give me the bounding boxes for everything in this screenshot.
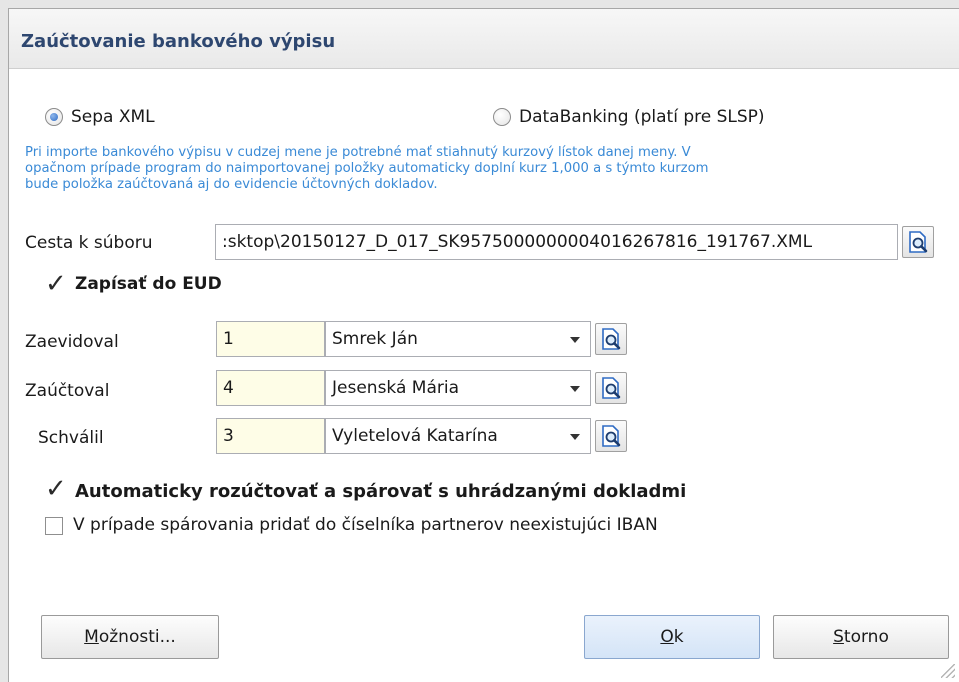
- checkmark-icon: ✓: [45, 474, 67, 504]
- posted-by-lookup-button[interactable]: [595, 372, 627, 404]
- checkmark-icon: ✓: [45, 269, 67, 299]
- info-line: bude položka zaúčtovaná aj do evidencie …: [25, 177, 438, 192]
- ok-button[interactable]: Ok: [584, 615, 760, 659]
- recorded-by-select[interactable]: Smrek Ján: [325, 321, 591, 357]
- cancel-button-accel: S: [833, 627, 844, 647]
- auto-pair-checkbox-label: Automaticky rozúčtovať a spárovať s uhrá…: [75, 481, 687, 502]
- cancel-button[interactable]: Storno: [773, 615, 949, 659]
- radio-sepa-xml-label: Sepa XML: [71, 107, 155, 127]
- dialog-title: Zaúčtovanie bankového výpisu: [21, 31, 336, 52]
- add-iban-checkbox-label: V prípade spárovania pridať do číselníka…: [73, 515, 658, 535]
- chevron-down-icon: [570, 434, 580, 440]
- file-path-label: Cesta k súboru: [25, 233, 153, 253]
- eud-checkbox-label: Zapísať do EUD: [75, 274, 222, 294]
- document-magnifier-icon: [602, 425, 621, 447]
- recorded-by-select-value: Smrek Ján: [332, 329, 418, 349]
- options-button[interactable]: Možnosti...: [41, 615, 219, 659]
- chevron-down-icon: [570, 386, 580, 392]
- title-bar: Zaúčtovanie bankového výpisu: [9, 9, 959, 69]
- recorded-by-label: Zaevidoval: [25, 332, 119, 352]
- options-button-label: ožnosti...: [98, 627, 176, 647]
- ok-button-label: k: [673, 627, 684, 647]
- document-magnifier-icon: [602, 377, 621, 399]
- radio-databanking-label: DataBanking (platí pre SLSP): [519, 107, 765, 127]
- info-line: Pri importe bankového výpisu v cudzej me…: [25, 145, 691, 160]
- ok-button-accel: O: [660, 627, 674, 647]
- file-browse-button[interactable]: [902, 226, 934, 258]
- cancel-button-label: torno: [843, 627, 889, 647]
- options-button-accel: M: [84, 627, 99, 647]
- recorded-by-lookup-button[interactable]: [595, 323, 627, 355]
- dialog-window: Zaúčtovanie bankového výpisu Sepa XML Da…: [8, 8, 959, 682]
- unchecked-box-icon: [45, 517, 63, 535]
- document-magnifier-icon: [602, 328, 621, 350]
- currency-info-text: Pri importe bankového výpisu v cudzej me…: [25, 145, 709, 193]
- info-line: opačnom prípade program do naimportovane…: [25, 161, 709, 176]
- file-path-input[interactable]: :sktop\20150127_D_017_SK9575000000004016…: [215, 224, 898, 260]
- approved-by-select[interactable]: Vyletelová Katarína: [325, 418, 591, 454]
- posted-by-select-value: Jesenská Mária: [332, 378, 460, 398]
- chevron-down-icon: [570, 337, 580, 343]
- posted-by-code-input[interactable]: 4: [216, 370, 325, 406]
- radio-selected-icon: [45, 108, 63, 126]
- approved-by-select-value: Vyletelová Katarína: [332, 426, 498, 446]
- recorded-by-code-input[interactable]: 1: [216, 321, 325, 357]
- posted-by-select[interactable]: Jesenská Mária: [325, 370, 591, 406]
- document-magnifier-icon: [909, 231, 928, 253]
- approved-by-code-input[interactable]: 3: [216, 418, 325, 454]
- posted-by-label: Zaúčtoval: [25, 381, 110, 401]
- approved-by-lookup-button[interactable]: [595, 420, 627, 452]
- radio-unselected-icon: [493, 108, 511, 126]
- resize-grip[interactable]: [941, 664, 955, 678]
- approved-by-label: Schválil: [38, 428, 104, 448]
